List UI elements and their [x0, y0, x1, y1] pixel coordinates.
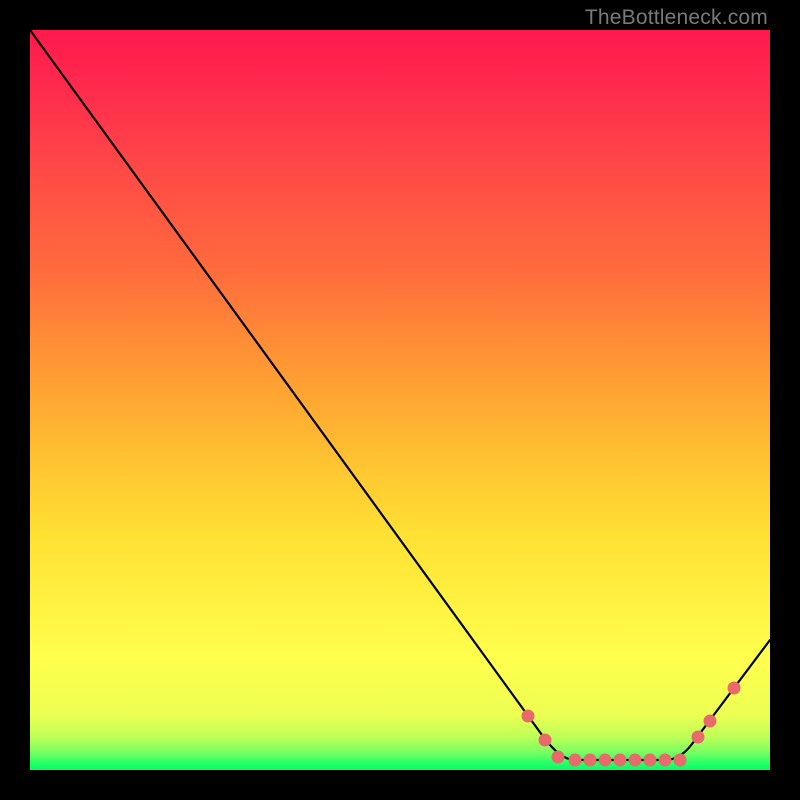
- marker-dot: [522, 710, 535, 723]
- chart-frame: TheBottleneck.com: [0, 0, 800, 800]
- marker-dot: [584, 754, 597, 767]
- marker-dot: [674, 754, 687, 767]
- marker-dot: [539, 734, 552, 747]
- bottleneck-curve: [30, 30, 770, 760]
- marker-dot: [599, 754, 612, 767]
- marker-dot: [659, 754, 672, 767]
- marker-dot: [728, 682, 741, 695]
- marker-dot: [629, 754, 642, 767]
- curve-markers: [522, 682, 741, 767]
- watermark-text: TheBottleneck.com: [585, 6, 768, 30]
- marker-dot: [704, 715, 717, 728]
- plot-area: [30, 30, 770, 770]
- marker-dot: [552, 751, 565, 764]
- marker-dot: [644, 754, 657, 767]
- curve-svg: [30, 30, 770, 770]
- marker-dot: [569, 754, 582, 767]
- marker-dot: [614, 754, 627, 767]
- marker-dot: [692, 731, 705, 744]
